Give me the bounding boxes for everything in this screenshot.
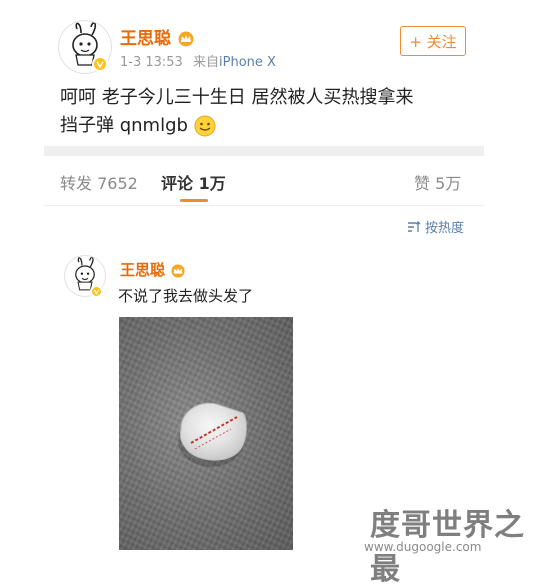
- tabs-divider: [44, 205, 484, 206]
- watermark: 度哥世界之最 www.dugoogle.com: [352, 500, 542, 587]
- crown-icon: [178, 31, 194, 47]
- follow-button[interactable]: + 关注: [400, 26, 466, 56]
- tab-comment[interactable]: 评论 1万: [161, 170, 226, 194]
- source-device[interactable]: iPhone X: [219, 55, 276, 70]
- sort-by-hot[interactable]: 按热度: [407, 217, 464, 236]
- post-author[interactable]: 王思聪: [120, 24, 195, 49]
- comment-photo[interactable]: [119, 317, 293, 550]
- sort-label[interactable]: 按热度: [425, 217, 464, 236]
- verified-badge-icon: [92, 56, 108, 72]
- post-meta: 1-3 13:53 来自iPhone X: [120, 51, 276, 70]
- post-content: 呵呵 老子今儿三十生日 居然被人买热搜拿来 挡子弹 qnmlgb: [60, 84, 413, 140]
- tab-repost[interactable]: 转发 7652: [60, 170, 138, 194]
- condom-package-image: [178, 402, 247, 467]
- active-tab-indicator: [180, 199, 208, 202]
- crown-icon: [171, 263, 185, 278]
- post-author-name[interactable]: 王思聪: [120, 29, 171, 49]
- post-text-line2-text: 挡子弹 qnmlgb: [60, 115, 188, 136]
- watermark-url: www.dugoogle.com: [364, 540, 482, 554]
- post-text-line2: 挡子弹 qnmlgb: [60, 112, 413, 140]
- sort-icon: [408, 220, 421, 232]
- comment-text: 不说了我去做头发了: [118, 287, 254, 305]
- tab-like[interactable]: 赞 5万: [414, 170, 461, 194]
- source-prefix: 来自: [192, 55, 219, 70]
- post-time: 1-3 13:53: [120, 55, 183, 70]
- comment-author[interactable]: 王思聪: [120, 259, 186, 280]
- post-text-line1: 呵呵 老子今儿三十生日 居然被人买热搜拿来: [60, 87, 414, 108]
- post-source: 来自iPhone X: [193, 55, 276, 70]
- comment-verified-badge-icon: [90, 285, 103, 298]
- post-divider: [44, 146, 484, 156]
- comment-author-name[interactable]: 王思聪: [120, 261, 165, 279]
- smiley-emoji-icon: [194, 115, 216, 137]
